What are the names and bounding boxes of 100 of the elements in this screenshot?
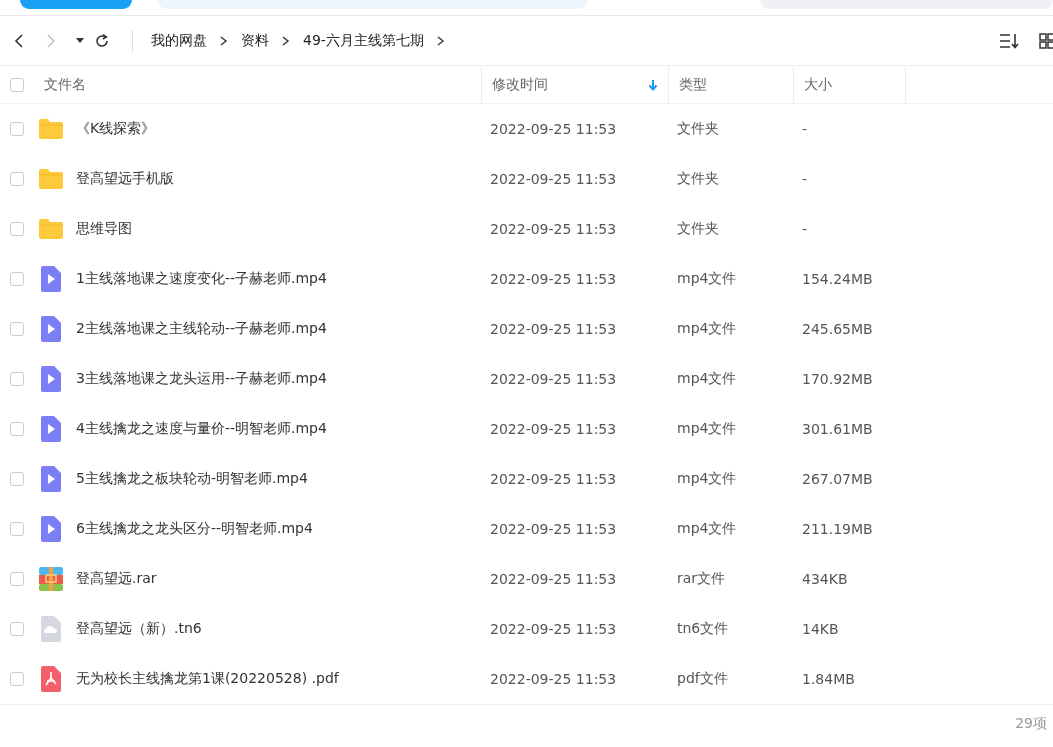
column-header[interactable]: 类型 <box>668 66 793 103</box>
row-checkbox[interactable] <box>10 572 24 586</box>
file-size: 1.84MB <box>801 671 856 687</box>
row-checkbox[interactable] <box>10 272 24 286</box>
file-name: 思维导图 <box>76 220 132 238</box>
file-size: - <box>801 121 809 137</box>
file-type: mp4文件 <box>676 320 738 338</box>
row-checkbox[interactable] <box>10 522 24 536</box>
column-header[interactable]: 大小 <box>793 66 905 103</box>
archive-file-icon <box>38 566 64 592</box>
modified-time: 2022-09-25 11:53 <box>489 271 618 287</box>
row-checkbox[interactable] <box>10 372 24 386</box>
folder-icon <box>38 118 64 140</box>
select-all-checkbox[interactable] <box>10 77 24 92</box>
modified-time: 2022-09-25 11:53 <box>489 521 618 537</box>
breadcrumb-link[interactable]: 49-六月主线第七期 <box>303 31 424 50</box>
video-file-icon <box>38 416 64 442</box>
file-name: 无为校长主线擒龙第1课(20220528) .pdf <box>76 670 339 688</box>
back-icon[interactable] <box>12 32 26 49</box>
modified-time: 2022-09-25 11:53 <box>489 371 618 387</box>
video-file-icon <box>38 466 64 492</box>
file-type: mp4文件 <box>676 370 738 388</box>
row-checkbox[interactable] <box>10 222 24 236</box>
row-checkbox[interactable] <box>10 672 24 686</box>
file-type: mp4文件 <box>676 520 738 538</box>
file-type: tn6文件 <box>676 620 730 638</box>
folder-icon <box>38 168 64 190</box>
refresh-icon[interactable] <box>94 32 110 49</box>
file-row[interactable]: 2主线落地课之主线轮动--子赫老师.mp4 2022-09-25 11:53 mp4文件 245.65MB <box>0 304 1053 354</box>
file-row[interactable]: 《K线探索》 2022-09-25 11:53 文件夹 - <box>0 104 1053 154</box>
file-row[interactable]: 5主线擒龙之板块轮动-明智老师.mp4 2022-09-25 11:53 mp4文件 267.07MB <box>0 454 1053 504</box>
cloud-file-icon <box>38 616 64 642</box>
file-name: 3主线落地课之龙头运用--子赫老师.mp4 <box>76 370 327 388</box>
row-checkbox[interactable] <box>10 322 24 336</box>
file-size: - <box>801 171 809 187</box>
row-checkbox[interactable] <box>10 472 24 486</box>
folder-icon <box>38 218 64 240</box>
file-name: 登高望远手机版 <box>76 170 174 188</box>
video-file-icon <box>38 266 64 292</box>
modified-time: 2022-09-25 11:53 <box>489 621 618 637</box>
file-row[interactable]: 6主线擒龙之龙头区分--明智老师.mp4 2022-09-25 11:53 mp4文件 211.19MB <box>0 504 1053 554</box>
modified-time: 2022-09-25 11:53 <box>489 221 618 237</box>
file-type: mp4文件 <box>676 420 738 438</box>
breadcrumb-link[interactable]: 我的网盘 <box>151 31 207 50</box>
row-checkbox[interactable] <box>10 422 24 436</box>
video-file-icon <box>38 516 64 542</box>
row-checkbox[interactable] <box>10 122 24 136</box>
chevron-icon <box>436 35 445 46</box>
row-checkbox[interactable] <box>10 172 24 186</box>
column-header[interactable]: 文件名 <box>34 66 481 103</box>
pdf-file-icon <box>38 666 64 692</box>
breadcrumb-link[interactable]: 资料 <box>241 31 269 50</box>
file-row[interactable]: 思维导图 2022-09-25 11:53 文件夹 - <box>0 204 1053 254</box>
chevron-icon <box>220 35 228 46</box>
sort-icon[interactable] <box>999 31 1021 50</box>
file-row[interactable]: 4主线擒龙之速度与量价--明智老师.mp4 2022-09-25 11:53 mp4文件 301.61MB <box>0 404 1053 454</box>
dropdown-caret-icon[interactable] <box>76 37 84 44</box>
file-name: 1主线落地课之速度变化--子赫老师.mp4 <box>76 270 327 288</box>
file-size: - <box>801 221 809 237</box>
file-size: 301.61MB <box>801 421 874 437</box>
file-size: 211.19MB <box>801 521 874 537</box>
file-type: mp4文件 <box>676 270 738 288</box>
file-size: 154.24MB <box>801 271 874 287</box>
file-row[interactable]: 3主线落地课之龙头运用--子赫老师.mp4 2022-09-25 11:53 mp4文件 170.92MB <box>0 354 1053 404</box>
file-size: 267.07MB <box>801 471 874 487</box>
file-name: 登高望远.rar <box>76 570 157 588</box>
row-checkbox[interactable] <box>10 622 24 636</box>
file-row[interactable]: 登高望远.rar 2022-09-25 11:53 rar文件 434KB <box>0 554 1053 604</box>
file-row[interactable]: 登高望远（新）.tn6 2022-09-25 11:53 tn6文件 14KB <box>0 604 1053 654</box>
file-name: 6主线擒龙之龙头区分--明智老师.mp4 <box>76 520 313 538</box>
file-type: pdf文件 <box>676 670 729 688</box>
file-type: 文件夹 <box>676 170 720 188</box>
file-type: 文件夹 <box>676 120 720 138</box>
modified-time: 2022-09-25 11:53 <box>489 571 618 587</box>
file-name: 4主线擒龙之速度与量价--明智老师.mp4 <box>76 420 327 438</box>
modified-time: 2022-09-25 11:53 <box>489 471 618 487</box>
file-type: mp4文件 <box>676 470 738 488</box>
file-name: 《K线探索》 <box>76 120 156 138</box>
file-type: rar文件 <box>676 570 727 588</box>
file-size: 14KB <box>801 621 840 637</box>
file-row[interactable]: 无为校长主线擒龙第1课(20220528) .pdf 2022-09-25 11:53 pdf文件 1.84MB <box>0 654 1053 704</box>
column-header[interactable]: 修改时间 <box>481 66 668 103</box>
file-row[interactable]: 1主线落地课之速度变化--子赫老师.mp4 2022-09-25 11:53 mp4文件 154.24MB <box>0 254 1053 304</box>
file-row[interactable]: 登高望远手机版 2022-09-25 11:53 文件夹 - <box>0 154 1053 204</box>
modified-time: 2022-09-25 11:53 <box>489 121 618 137</box>
file-name: 5主线擒龙之板块轮动-明智老师.mp4 <box>76 470 308 488</box>
video-file-icon <box>38 316 64 342</box>
modified-time: 2022-09-25 11:53 <box>489 321 618 337</box>
file-name: 登高望远（新）.tn6 <box>76 620 202 638</box>
video-file-icon <box>38 366 64 392</box>
grid-view-icon[interactable] <box>1039 31 1053 50</box>
sort-down-icon <box>648 78 658 91</box>
file-size: 434KB <box>801 571 849 587</box>
item-count: 29项 <box>1015 715 1047 733</box>
file-size: 170.92MB <box>801 371 874 387</box>
chevron-icon <box>282 35 290 46</box>
file-size: 245.65MB <box>801 321 874 337</box>
file-name: 2主线落地课之主线轮动--子赫老师.mp4 <box>76 320 327 338</box>
modified-time: 2022-09-25 11:53 <box>489 171 618 187</box>
modified-time: 2022-09-25 11:53 <box>489 671 618 687</box>
